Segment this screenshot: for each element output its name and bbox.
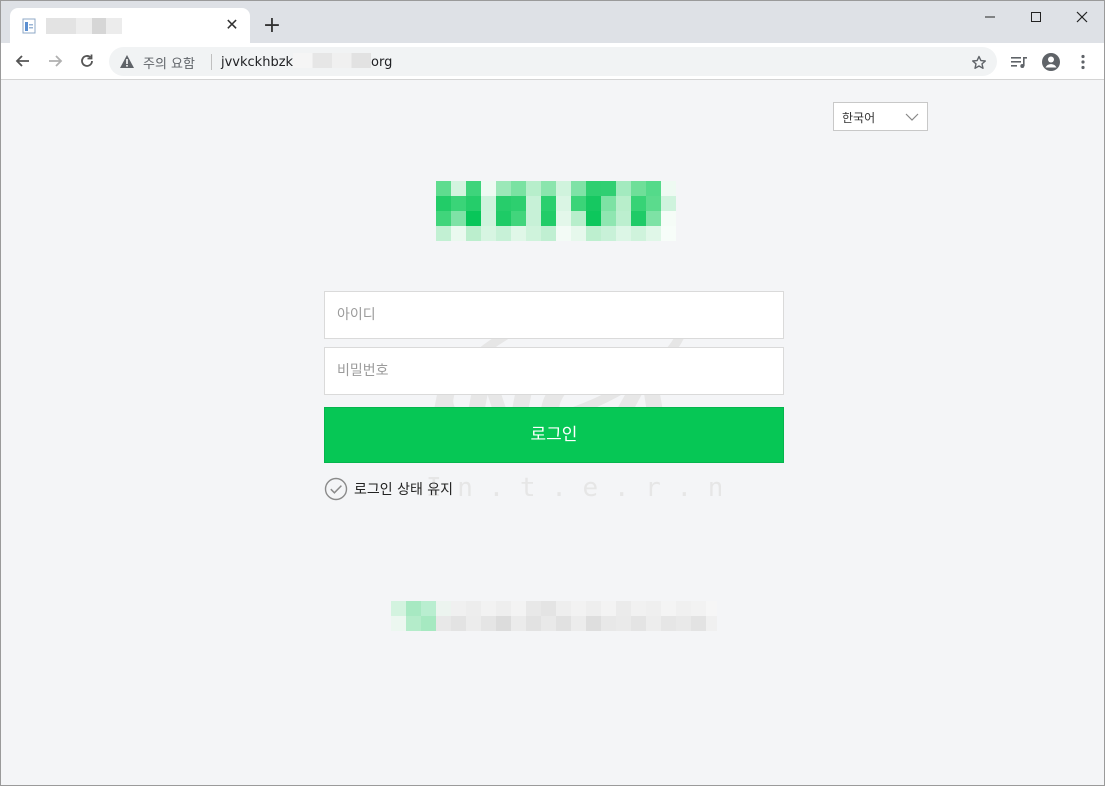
address-separator <box>211 54 212 70</box>
address-bar[interactable]: 주의 요함 jvvkckhbzk org <box>109 47 997 76</box>
user-id-input[interactable] <box>325 292 783 338</box>
chevron-down-icon <box>905 113 919 121</box>
tab-strip: ✕ + <box>1 1 1104 43</box>
arrow-right-icon[interactable] <box>41 47 69 75</box>
browser-toolbar: 주의 요함 jvvkckhbzk org <box>1 43 1104 80</box>
page-favicon-icon <box>22 18 36 34</box>
arrow-left-icon[interactable] <box>9 47 37 75</box>
check-circle-icon[interactable] <box>324 477 348 501</box>
tab-title-redacted <box>46 18 122 34</box>
login-page: 한국어 I n . t . e . r . 아이디 로그인 로그인 상태 유지 <box>1 81 1104 785</box>
password-input[interactable] <box>325 348 783 394</box>
new-tab-button[interactable]: + <box>259 13 285 39</box>
password-field[interactable] <box>324 347 784 395</box>
browser-tab[interactable]: ✕ <box>10 8 250 43</box>
language-select[interactable]: 한국어 <box>833 102 928 131</box>
minimize-icon[interactable] <box>967 1 1013 31</box>
browser-window: ✕ + 주의 요함 jvvkckhbzk org 한국어 I n . t . e… <box>0 0 1105 786</box>
url-suffix: org <box>371 55 393 70</box>
watermark-tagline: I n . t . e . r . n . e . t <box>426 473 721 501</box>
star-icon[interactable] <box>969 52 989 72</box>
tab-close-icon[interactable]: ✕ <box>222 15 242 35</box>
url-text[interactable]: jvvkckhbzk org <box>221 53 392 70</box>
site-logo-redacted <box>436 181 676 241</box>
footer-redacted <box>391 601 717 631</box>
maximize-icon[interactable] <box>1013 1 1059 31</box>
warning-triangle-icon[interactable] <box>119 54 135 69</box>
keep-logged-in-label[interactable]: 로그인 상태 유지 <box>354 479 453 499</box>
media-queue-icon[interactable] <box>1006 48 1032 74</box>
url-redacted <box>293 53 372 68</box>
login-button[interactable]: 로그인 <box>324 407 784 463</box>
user-id-field[interactable] <box>324 291 784 339</box>
security-warning-text[interactable]: 주의 요함 <box>143 53 195 72</box>
url-prefix: jvvkckhbzk <box>221 55 294 70</box>
close-icon[interactable] <box>1059 1 1104 31</box>
language-selected-value: 한국어 <box>842 111 876 125</box>
account-circle-icon[interactable] <box>1038 48 1064 74</box>
more-vertical-icon[interactable] <box>1070 48 1096 74</box>
reload-icon[interactable] <box>73 47 101 75</box>
